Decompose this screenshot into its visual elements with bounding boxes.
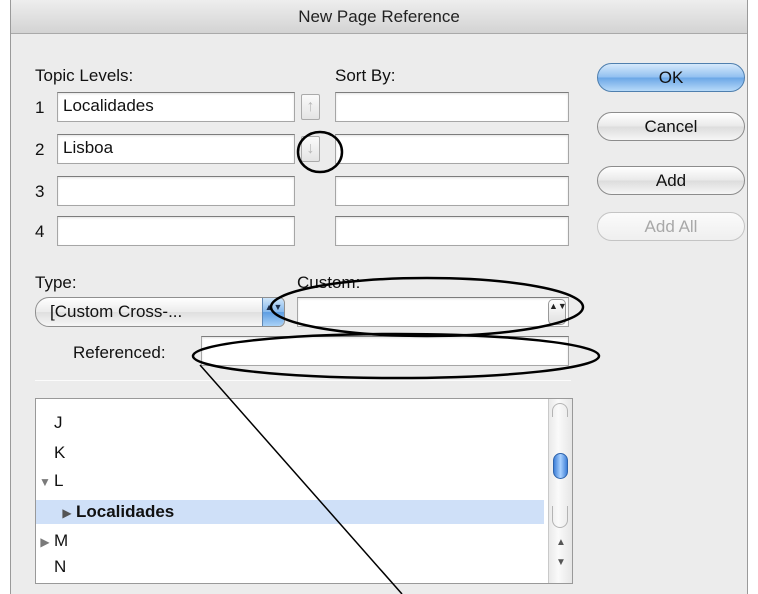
scroll-track-top <box>552 403 568 417</box>
custom-label: Custom: <box>297 273 361 292</box>
level-4-number: 4 <box>35 222 45 241</box>
disclosure-right-icon[interactable]: ▶ <box>58 501 76 525</box>
level-1-number: 1 <box>35 98 45 117</box>
disclosure-right-icon[interactable]: ▶ <box>36 530 54 554</box>
scroll-thumb[interactable] <box>553 453 568 479</box>
scroll-up-arrow-icon[interactable]: ▲ <box>554 537 568 548</box>
list-scrollbar[interactable]: ▲ ▼ <box>548 399 572 583</box>
move-up-arrow-icon[interactable]: ↑ <box>301 94 320 120</box>
disclosure-down-icon[interactable]: ▼ <box>36 470 54 494</box>
sort-by-2-field[interactable] <box>335 134 569 164</box>
sort-by-label: Sort By: <box>335 66 396 85</box>
topic-level-3-field[interactable] <box>57 176 295 206</box>
scroll-track-bottom <box>552 506 568 528</box>
list-item-label: J <box>54 413 63 432</box>
dialog-window: New Page Reference Topic Levels: Sort By… <box>10 0 748 594</box>
referenced-label: Referenced: <box>73 343 166 362</box>
list-item-l[interactable]: ▼ L <box>36 469 544 493</box>
custom-field[interactable] <box>297 297 569 327</box>
cancel-button[interactable]: Cancel <box>597 112 745 141</box>
scroll-down-arrow-icon[interactable]: ▼ <box>554 557 568 568</box>
list-item-m[interactable]: ▶ M <box>36 529 544 553</box>
sort-by-4-field[interactable] <box>335 216 569 246</box>
add-all-button[interactable]: Add All <box>597 212 745 241</box>
type-label: Type: <box>35 273 77 292</box>
sort-by-1-field[interactable] <box>335 92 569 122</box>
ok-button[interactable]: OK <box>597 63 745 92</box>
popup-arrows-icon: ▲▼ <box>262 298 284 326</box>
list-item-label: K <box>54 443 66 462</box>
list-item-j[interactable]: J <box>36 411 544 435</box>
add-button[interactable]: Add <box>597 166 745 195</box>
topic-level-4-field[interactable] <box>57 216 295 246</box>
list-item-localidades[interactable]: ▶ Localidades <box>36 500 544 524</box>
list-item-label: Localidades <box>76 502 175 521</box>
topic-level-1-field[interactable]: Localidades <box>57 92 295 122</box>
move-down-arrow-icon[interactable]: ↓ <box>301 136 320 162</box>
referenced-field[interactable] <box>201 336 569 366</box>
topic-levels-label: Topic Levels: <box>35 66 134 85</box>
level-3-number: 3 <box>35 182 45 201</box>
level-2-number: 2 <box>35 140 45 159</box>
custom-stepper-icon[interactable]: ▲▼ <box>548 299 567 325</box>
type-popup[interactable]: [Custom Cross-... ▲▼ <box>35 297 285 327</box>
list-item-n[interactable]: N <box>36 555 544 579</box>
list-item-label: N <box>54 557 67 576</box>
list-item-label: L <box>54 471 64 490</box>
topic-level-2-field[interactable]: Lisboa <box>57 134 295 164</box>
list-item-label: M <box>54 531 69 550</box>
sort-by-3-field[interactable] <box>335 176 569 206</box>
topic-list[interactable]: J K ▼ L ▶ Localidades ▶ M N ▲ ▼ <box>35 398 573 584</box>
separator <box>35 380 571 381</box>
type-popup-value: [Custom Cross-... <box>50 302 183 321</box>
list-item-k[interactable]: K <box>36 441 544 465</box>
dialog-title: New Page Reference <box>11 0 747 34</box>
